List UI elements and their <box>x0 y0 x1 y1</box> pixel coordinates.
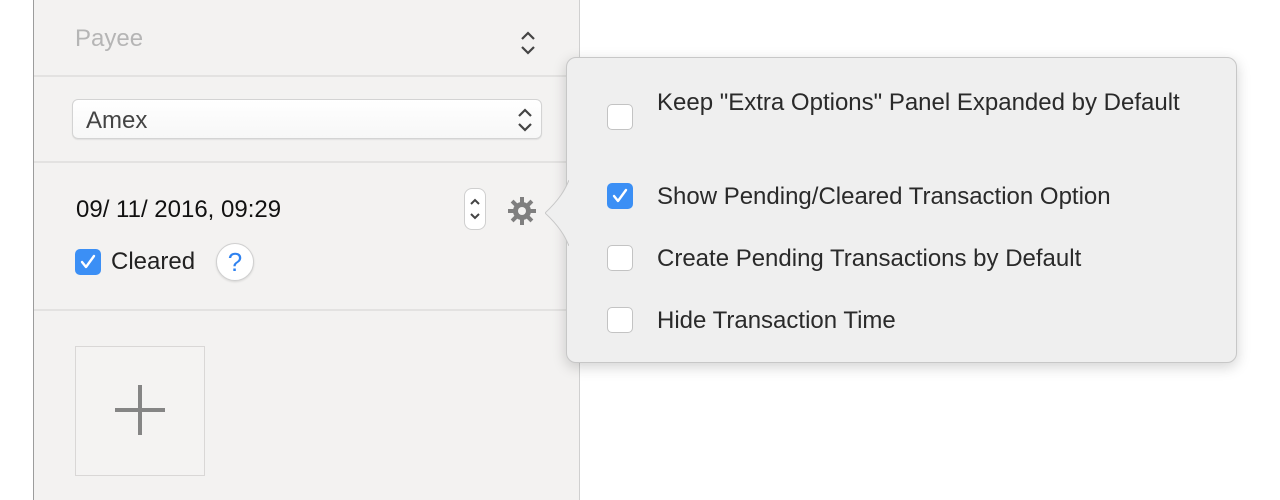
account-select[interactable]: Amex <box>72 99 542 139</box>
plus-icon <box>115 385 165 435</box>
option-label: Hide Transaction Time <box>657 307 896 334</box>
gear-icon[interactable] <box>507 196 537 226</box>
option-checkbox[interactable] <box>607 104 633 130</box>
checkmark-icon <box>80 254 96 269</box>
option-label: Show Pending/Cleared Transaction Option <box>657 183 1111 210</box>
up-down-chevron-icon[interactable] <box>518 29 538 57</box>
account-select-value: Amex <box>86 107 148 134</box>
popover-arrow <box>545 180 569 246</box>
date-time-field[interactable]: 09/ 11/ 2016, 09:29 <box>76 196 281 224</box>
divider <box>34 161 579 163</box>
transaction-form-panel: Payee Amex 09/ 11/ 2016, 09:29 Cleared ? <box>33 0 580 500</box>
up-down-chevron-icon <box>470 198 480 220</box>
divider <box>34 309 579 311</box>
payee-placeholder: Payee <box>75 25 144 52</box>
checkmark-icon <box>612 188 628 203</box>
option-checkbox[interactable] <box>607 183 633 209</box>
option-checkbox[interactable] <box>607 307 633 333</box>
divider <box>34 75 579 77</box>
up-down-chevron-icon <box>518 108 532 132</box>
cleared-checkbox[interactable] <box>75 249 101 275</box>
option-label: Keep "Extra Options" Panel Expanded by D… <box>657 89 1180 116</box>
date-stepper[interactable] <box>464 188 486 230</box>
add-attachment-button[interactable] <box>75 346 205 476</box>
options-popover: Keep "Extra Options" Panel Expanded by D… <box>545 57 1237 363</box>
help-button[interactable]: ? <box>216 243 254 281</box>
cleared-label: Cleared <box>111 248 196 275</box>
option-label: Create Pending Transactions by Default <box>657 245 1082 272</box>
option-checkbox[interactable] <box>607 245 633 271</box>
